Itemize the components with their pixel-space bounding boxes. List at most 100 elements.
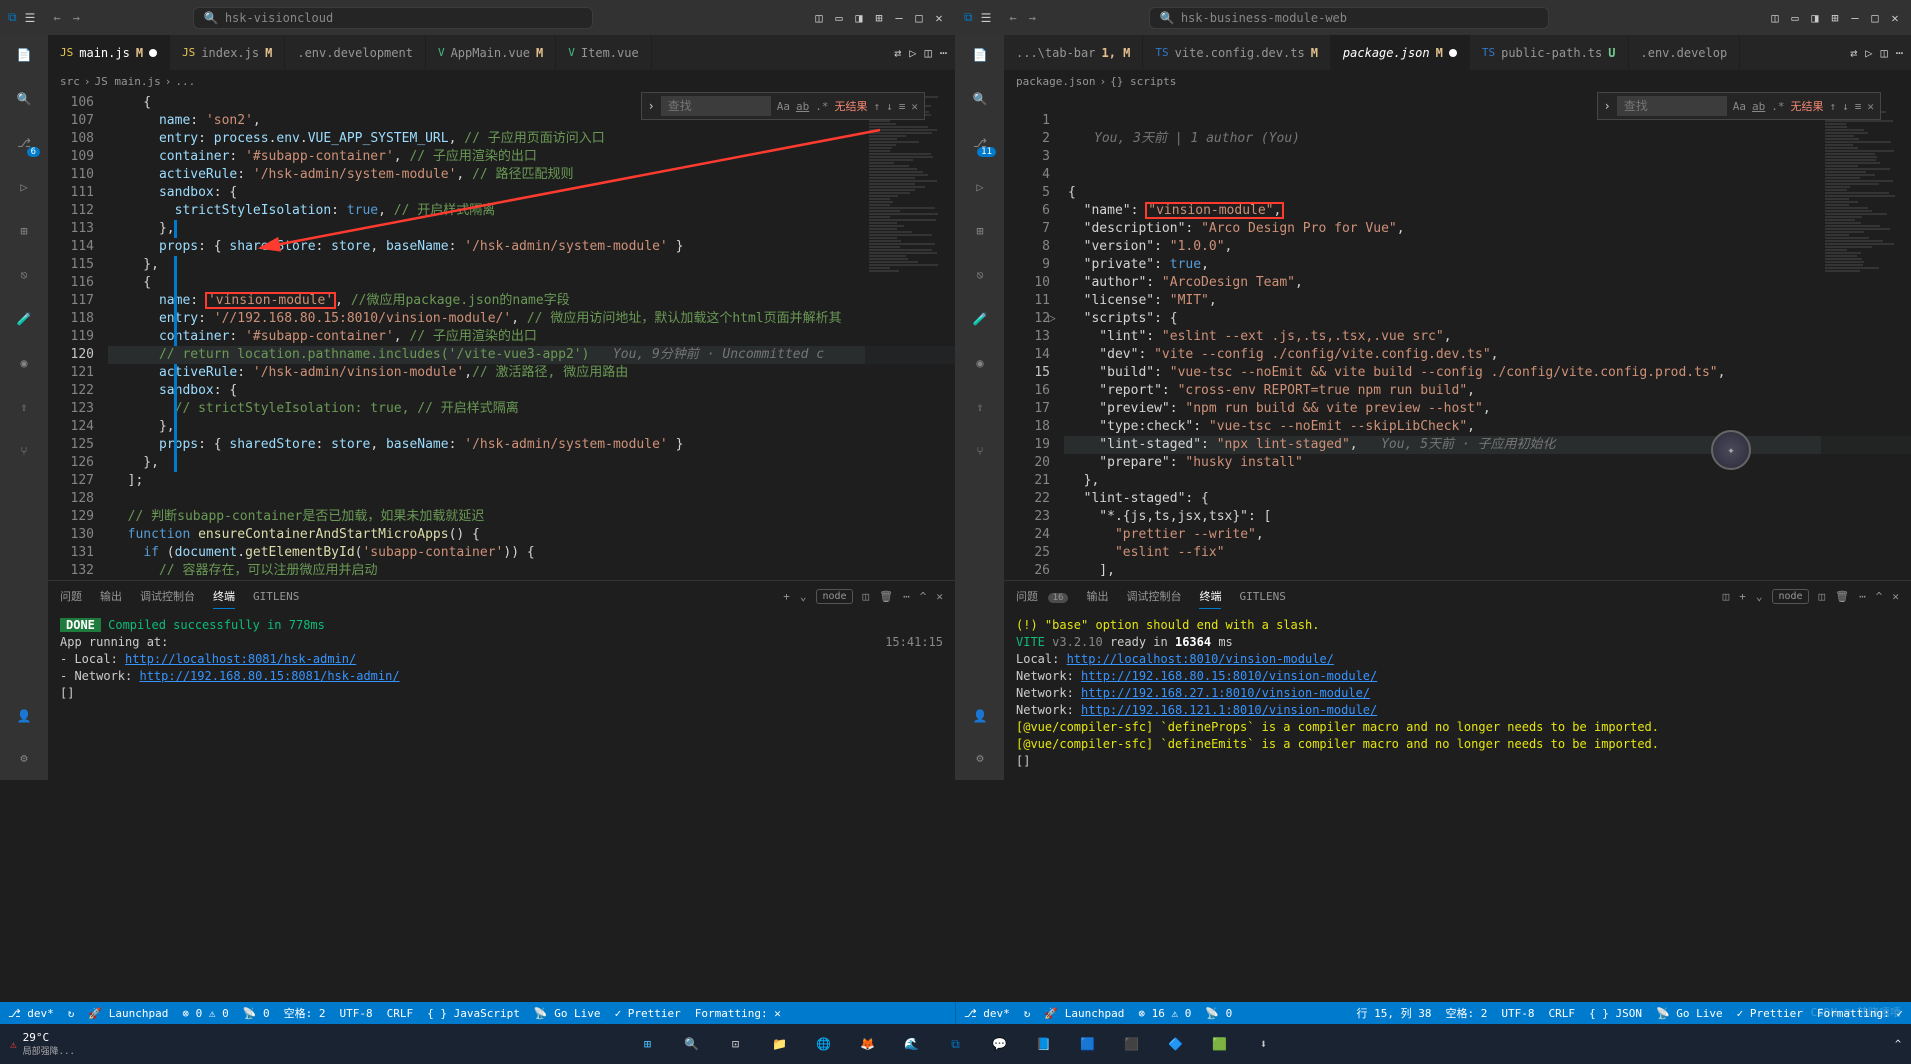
panel-tab[interactable]: 调试控制台 [140,584,195,608]
layout-icon[interactable]: ◫ [1767,10,1783,26]
vscode-taskbar-icon[interactable]: ⧉ [936,1029,976,1059]
panel-tab[interactable]: 输出 [1086,584,1108,608]
editor-tab[interactable]: JSindex.js M [170,35,285,70]
code-line[interactable]: "type:check": "vue-tsc --noEmit --skipLi… [1064,418,1911,436]
status-item[interactable]: CRLF [1549,1007,1576,1020]
find-filter-icon[interactable]: ≡ [899,100,906,113]
code-line[interactable]: "prettier --write", [1064,526,1911,544]
code-line[interactable]: // return location.pathname.includes('/v… [108,346,955,364]
new-terminal-icon[interactable]: + [1739,590,1746,603]
status-item[interactable]: ✓ Prettier [615,1007,681,1020]
more-icon[interactable]: ⋯ [940,46,947,60]
find-filter-icon[interactable]: ≡ [1855,100,1862,113]
code-line[interactable]: "author": "ArcoDesign Team", [1064,274,1911,292]
code-line[interactable]: }, [108,256,955,274]
run-icon[interactable]: ▷ [968,175,992,199]
code-line[interactable]: { [108,274,955,292]
explorer-icon[interactable]: 📄 [968,43,992,67]
code-line[interactable]: { [1064,184,1911,202]
code-line[interactable]: }, [108,220,955,238]
code-line[interactable]: function ensureContainerAndStartMicroApp… [108,526,955,544]
more-icon[interactable]: ⋯ [1896,46,1903,60]
code-line[interactable]: props: { sharedStore: store, baseName: '… [108,436,955,454]
task-view-icon[interactable]: ⊡ [716,1029,756,1059]
settings-icon[interactable]: ⚙ [968,746,992,770]
trash-icon[interactable]: 🗑 [879,590,893,603]
run-icon[interactable]: ▷ [12,175,36,199]
new-terminal-icon[interactable]: + [783,590,790,603]
code-line[interactable]: container: '#subapp-container', // 子应用渲染… [108,148,955,166]
code-line[interactable]: }, [108,418,955,436]
remote-icon[interactable]: ⎋ [12,263,36,287]
close-icon[interactable]: ✕ [931,10,947,26]
maximize-icon[interactable]: □ [911,10,927,26]
code-line[interactable]: "eslint --fix" [1064,544,1911,562]
regex-icon[interactable]: .* [1771,100,1784,113]
editor-tab[interactable]: VAppMain.vue M [426,35,556,70]
match-case-icon[interactable]: Aa [1733,100,1746,113]
chevron-up-icon[interactable]: ^ [1876,590,1883,603]
nav-back-icon[interactable]: ← [1009,11,1016,25]
status-item[interactable]: 📡 Go Live [534,1007,601,1020]
close-find-icon[interactable]: ✕ [1867,100,1874,113]
status-item[interactable]: ✓ Prettier [1737,1007,1803,1020]
editor-right[interactable]: 1234567891011121314151617181920212223242… [1004,92,1911,580]
code-line[interactable]: "prepare": "husky install" [1064,454,1911,472]
editor-tab[interactable]: package.json M [1331,35,1470,70]
app-icon[interactable]: 📘 [1024,1029,1064,1059]
more-icon[interactable]: ⋯ [1859,590,1866,603]
code-line[interactable]: name: 'vinsion-module', //微应用package.jso… [108,292,955,310]
status-item[interactable]: 空格: 2 [284,1005,326,1021]
terminal-profile[interactable]: node [816,589,852,604]
status-item[interactable]: { } JSON [1589,1007,1642,1020]
command-center[interactable]: 🔍 hsk-visioncloud [193,7,593,29]
panel-tab[interactable]: 问题 [60,584,82,608]
tray-chevron-icon[interactable]: ^ [1895,1039,1901,1050]
layout-icon[interactable]: ◨ [851,10,867,26]
extensions-icon[interactable]: ⊞ [968,219,992,243]
command-center[interactable]: 🔍 hsk-business-module-web [1149,7,1549,29]
chevron-right-icon[interactable]: › [648,99,655,113]
code-line[interactable]: strictStyleIsolation: true, // 开启样式隔离 [108,202,955,220]
code-line[interactable]: "report": "cross-env REPORT=true npm run… [1064,382,1911,400]
code-line[interactable]: }, [108,454,955,472]
taskbar-search-icon[interactable]: 🔍 [672,1029,712,1059]
terminal-icon[interactable]: ⬛ [1112,1029,1152,1059]
code-line[interactable]: sandbox: { [108,382,955,400]
find-widget[interactable]: › Aa ab .* 无结果 ↑ ↓ ≡ ✕ [641,92,925,120]
status-item[interactable]: ⊗ 0 ⚠ 0 [182,1007,228,1020]
code-line[interactable]: }, [1064,472,1911,490]
code-line[interactable]: entry: process.env.VUE_APP_SYSTEM_URL, /… [108,130,955,148]
code-line[interactable]: "license": "MIT", [1064,292,1911,310]
remote-icon[interactable]: ⎋ [968,263,992,287]
breadcrumb[interactable]: package.json › {} scripts [1004,70,1911,92]
start-button[interactable]: ⊞ [628,1029,668,1059]
layout-icon[interactable]: ◫ [811,10,827,26]
code-line[interactable]: ], [1064,562,1911,580]
code-line[interactable]: "dev": "vite --config ./config/vite.conf… [1064,346,1911,364]
layout-icon[interactable]: ▭ [1787,10,1803,26]
explorer-icon[interactable]: 📄 [12,43,36,67]
layout-icon[interactable]: ⊞ [871,10,887,26]
panel-tab[interactable]: GITLENS [1239,586,1285,607]
code-line[interactable]: container: '#subapp-container', // 子应用渲染… [108,328,955,346]
test-icon[interactable]: 🧪 [968,307,992,331]
breadcrumb[interactable]: src › JS main.js › ... [48,70,955,92]
status-item[interactable]: CRLF [387,1007,414,1020]
panel-tab[interactable]: 输出 [100,584,122,608]
find-input[interactable] [661,96,771,116]
hamburger-icon[interactable]: ☰ [981,11,992,25]
chrome-icon[interactable]: 🌐 [804,1029,844,1059]
share-icon[interactable]: ⇪ [12,395,36,419]
code-line[interactable]: props: { sharedStore: store, baseName: '… [108,238,955,256]
chevron-up-icon[interactable]: ^ [920,590,927,603]
regex-icon[interactable]: .* [815,100,828,113]
maximize-icon[interactable]: □ [1867,10,1883,26]
hamburger-icon[interactable]: ☰ [25,11,36,25]
trash-icon[interactable]: 🗑 [1835,590,1849,603]
settings-icon[interactable]: ⚙ [12,746,36,770]
code-line[interactable] [108,490,955,508]
app-icon[interactable]: 💬 [980,1029,1020,1059]
split-panel-icon[interactable]: ◫ [1723,590,1730,603]
run-icon[interactable]: ▷ [909,46,916,60]
